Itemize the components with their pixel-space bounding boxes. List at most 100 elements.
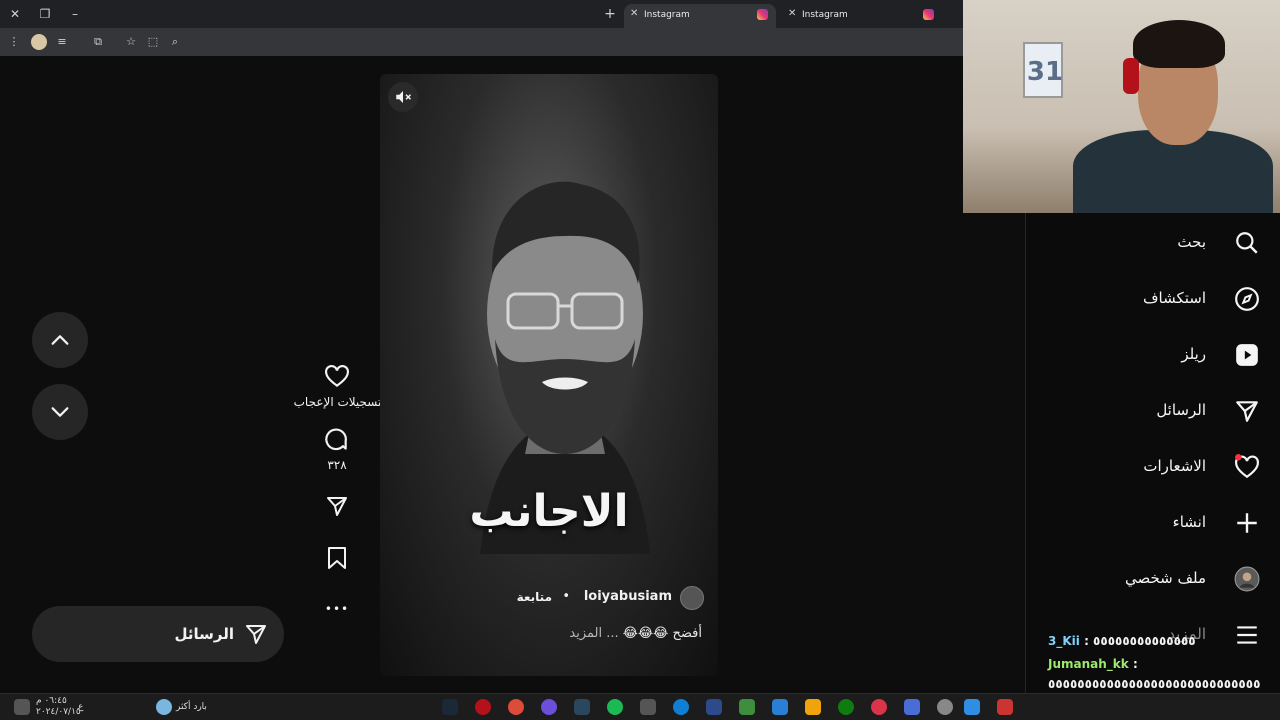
close-window-icon[interactable]: ✕ — [6, 5, 24, 23]
xbox-icon[interactable] — [838, 699, 854, 715]
sidebar-item-search[interactable]: بحث — [1038, 223, 1268, 263]
comments-count: ٣٢٨ — [327, 458, 347, 472]
app-icon[interactable] — [904, 699, 920, 715]
taskbar-time: ٠٦:٤٥ م — [36, 696, 67, 706]
discord-icon[interactable] — [541, 699, 557, 715]
mail-icon[interactable] — [772, 699, 788, 715]
jersey-number: 31 — [1026, 57, 1064, 87]
instagram-favicon-icon — [757, 9, 768, 20]
chat-username: Jumanah_kk — [1048, 657, 1129, 671]
comment-icon — [325, 428, 347, 451]
browser-toolbar: ⋮ ≡ ⧉ ☆ ⬚ ⌕ — [0, 28, 965, 56]
sidebar-item-messages[interactable]: الرسائل — [1038, 391, 1268, 431]
sidebar-item-label: استكشاف — [1142, 289, 1206, 307]
sidebar-item-label: ملف شخصي — [1124, 569, 1206, 587]
send-icon — [246, 625, 266, 644]
minimize-window-icon[interactable]: – — [66, 5, 84, 23]
chrome-icon[interactable] — [508, 699, 524, 715]
sidebar-item-label: ريلز — [1181, 345, 1206, 363]
stream-chat-overlay: 3_Kii : ٥٥٥٥٥٥٥٥٥٥٥٥٥٥ Jumanah_kk : ٥٥٥٥… — [1040, 632, 1280, 694]
send-icon — [327, 497, 347, 516]
spotify-icon[interactable] — [607, 699, 623, 715]
settings-icon[interactable] — [937, 699, 953, 715]
store-icon[interactable] — [805, 699, 821, 715]
extensions-icon[interactable]: ⧉ — [90, 34, 106, 50]
explore-icon — [1235, 287, 1259, 311]
search-icon — [1236, 232, 1258, 254]
next-reel-button[interactable] — [32, 384, 88, 440]
chat-message: ٥٥٥٥٥٥٥٥٥٥٥٥٥٥٥٥٥٥٥٥٥٥٥٥٥٥٥٥٥ — [1048, 677, 1261, 691]
mute-button[interactable] — [388, 82, 418, 112]
previous-reel-button[interactable] — [32, 312, 88, 368]
messages-button-label: الرسائل — [174, 625, 234, 643]
separator-dot: • — [562, 589, 570, 604]
sidebar-item-label: بحث — [1177, 233, 1206, 251]
app-icon[interactable] — [640, 699, 656, 715]
messages-icon — [1236, 401, 1258, 422]
tab-close-icon[interactable]: ✕ — [788, 8, 796, 19]
steam-icon[interactable] — [574, 699, 590, 715]
taskbar: ٠٦:٤٥ م ٢٠٢٤/٠٧/١٥ ع بارد أكثر — [0, 693, 1280, 720]
sidebar-item-reels[interactable]: ريلز — [1038, 335, 1268, 375]
chat-line: ٥٥٥٥٥٥٥٥٥٥٥٥٥٥٥٥٥٥٥٥٥٥٥٥٥٥٥٥٥ — [1048, 677, 1260, 691]
tab-instagram[interactable]: ✕ Instagram — [782, 4, 942, 28]
edge-icon[interactable] — [673, 699, 689, 715]
like-button[interactable] — [322, 362, 352, 392]
messages-button[interactable]: الرسائل — [32, 606, 284, 662]
more-options-button[interactable]: ••• — [322, 594, 352, 624]
sidebar-item-create[interactable]: انشاء — [1038, 503, 1268, 543]
plus-icon — [1237, 513, 1257, 533]
headset-icon — [1123, 58, 1139, 94]
reel-overlay-text: الاجانب — [469, 486, 629, 537]
sidebar-item-notifications[interactable]: الاشعارات — [1038, 447, 1268, 487]
tab-close-icon[interactable]: ✕ — [630, 8, 638, 19]
chevron-down-icon — [51, 407, 69, 417]
sidebar-item-label: انشاء — [1172, 513, 1206, 531]
author-avatar[interactable] — [680, 586, 704, 610]
sidebar-item-label: الاشعارات — [1143, 457, 1206, 475]
save-button[interactable] — [322, 543, 352, 573]
app-icon[interactable] — [706, 699, 722, 715]
heart-icon — [325, 364, 349, 387]
reel-caption: أفضح 😂😂😂 ... المزيد — [569, 626, 702, 641]
share-button[interactable] — [322, 491, 352, 521]
speaker-muted-icon — [396, 91, 412, 103]
jersey-frame: 31 — [1023, 42, 1063, 98]
bookmark-icon — [328, 547, 346, 569]
webcam-overlay: 31 — [963, 0, 1280, 213]
reel-video[interactable]: الاجانب loiyabusiam • متابعة أفضح 😂😂😂 ..… — [380, 74, 718, 676]
notifications-icon — [1235, 454, 1259, 479]
taskbar-date: ٢٠٢٤/٠٧/١٥ — [36, 707, 81, 717]
caption-more-link[interactable]: ... المزيد — [569, 626, 618, 641]
reel-author: loiyabusiam • متابعة — [512, 586, 712, 610]
chevron-up-icon — [51, 335, 69, 345]
app-icon[interactable] — [964, 699, 980, 715]
chat-message: : ٥٥٥٥٥٥٥٥٥٥٥٥٥٥ — [1084, 634, 1196, 648]
sidebar-item-profile[interactable]: ملف شخصي — [1038, 559, 1268, 599]
follow-button[interactable]: متابعة — [517, 590, 552, 604]
steam-icon[interactable] — [442, 699, 458, 715]
sidebar-item-explore[interactable]: استكشاف — [1038, 279, 1268, 319]
app-icon[interactable] — [871, 699, 887, 715]
profile-avatar-icon[interactable] — [31, 34, 47, 50]
taskbar-language[interactable]: ع — [78, 702, 83, 712]
new-tab-button[interactable]: + — [601, 5, 619, 23]
chat-line: 3_Kii : ٥٥٥٥٥٥٥٥٥٥٥٥٥٥ — [1048, 634, 1196, 648]
notification-icon[interactable] — [14, 699, 30, 715]
caption-text: أفضح 😂😂😂 — [622, 626, 702, 641]
zoom-icon[interactable]: ⌕ — [167, 34, 183, 50]
restore-window-icon[interactable]: ❐ — [36, 5, 54, 23]
screenshot-icon[interactable]: ⬚ — [145, 34, 161, 50]
app-icon[interactable] — [997, 699, 1013, 715]
more-dots-icon: ••• — [324, 602, 350, 616]
tab-instagram-active[interactable]: ✕ Instagram — [624, 4, 776, 28]
author-username[interactable]: loiyabusiam — [584, 589, 672, 604]
bookmark-star-icon[interactable]: ☆ — [123, 34, 139, 50]
taskbar-weather[interactable]: بارد أكثر — [176, 702, 207, 712]
media-control-icon[interactable]: ≡ — [54, 34, 70, 50]
menu-dots-icon[interactable]: ⋮ — [6, 34, 22, 50]
streamer-hair — [1133, 20, 1225, 68]
comment-button[interactable] — [322, 426, 352, 456]
app-icon[interactable] — [475, 699, 491, 715]
minecraft-icon[interactable] — [739, 699, 755, 715]
